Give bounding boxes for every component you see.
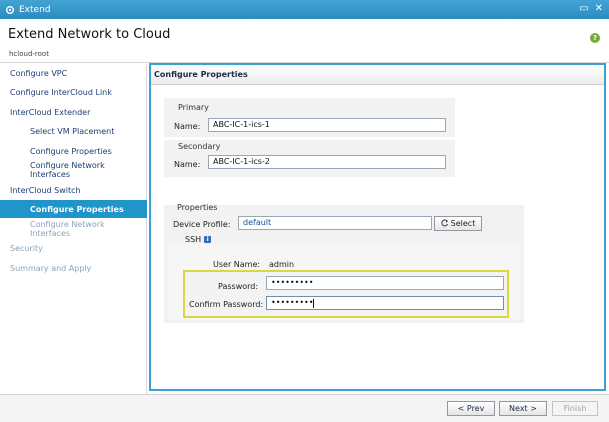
- org-subtitle: hcloud-root: [9, 50, 49, 58]
- device-profile-label: Device Profile:: [173, 220, 231, 229]
- sidebar-item-security[interactable]: Security: [0, 239, 147, 257]
- secondary-name-label: Name:: [174, 160, 201, 169]
- sidebar-item-configure-vpc[interactable]: Configure VPC: [0, 64, 147, 82]
- help-icon[interactable]: ?: [590, 33, 600, 43]
- username-label: User Name:: [213, 260, 261, 269]
- sidebar-item-extender-network-interfaces[interactable]: Configure Network Interfaces: [0, 161, 147, 179]
- primary-label: Primary: [178, 103, 209, 112]
- username-value: admin: [269, 260, 295, 269]
- gear-icon: [5, 5, 15, 15]
- select-profile-button[interactable]: Select: [434, 216, 482, 231]
- primary-name-input[interactable]: ABC-IC-1-ics-1: [208, 118, 446, 132]
- next-button[interactable]: Next >: [499, 401, 547, 416]
- prev-button[interactable]: < Prev: [447, 401, 495, 416]
- window-title: Extend: [19, 4, 51, 15]
- sidebar-item-intercloud-switch[interactable]: InterCloud Switch: [0, 181, 147, 199]
- info-icon[interactable]: i: [204, 236, 212, 243]
- close-icon[interactable]: ✕: [595, 3, 603, 14]
- secondary-name-input[interactable]: ABC-IC-1-ics-2: [208, 155, 446, 169]
- maximize-icon[interactable]: ▭: [579, 3, 588, 14]
- sidebar-item-intercloud-extender[interactable]: InterCloud Extender: [0, 103, 147, 121]
- window-titlebar: Extend ▭ ✕: [0, 0, 609, 19]
- device-profile-input[interactable]: default: [238, 216, 432, 230]
- secondary-label: Secondary: [178, 142, 221, 151]
- wizard-header: Extend Network to Cloud hcloud-root ?: [0, 19, 609, 63]
- sidebar-item-extender-configure-properties[interactable]: Configure Properties: [0, 142, 147, 160]
- confirm-password-label: Confirm Password:: [189, 300, 264, 309]
- refresh-icon: [440, 218, 449, 229]
- password-input[interactable]: •••••••••: [266, 276, 504, 290]
- password-label: Password:: [218, 282, 259, 291]
- text-cursor: [313, 299, 314, 308]
- sidebar-item-summary-and-apply[interactable]: Summary and Apply: [0, 259, 147, 277]
- sidebar-item-configure-intercloud-link[interactable]: Configure InterCloud Link: [0, 83, 147, 101]
- page-title: Extend Network to Cloud: [8, 27, 171, 42]
- sidebar-item-switch-configure-properties[interactable]: Configure Properties: [0, 200, 147, 218]
- confirm-password-input[interactable]: •••••••••: [266, 296, 504, 310]
- sidebar-item-select-vm-placement[interactable]: Select VM Placement: [0, 122, 147, 140]
- ssh-label: SSH i: [185, 235, 212, 244]
- primary-name-label: Name:: [174, 122, 201, 131]
- properties-label: Properties: [177, 203, 218, 212]
- sidebar-item-switch-network-interfaces[interactable]: Configure Network Interfaces: [0, 220, 147, 238]
- section-title: Configure Properties: [151, 65, 604, 85]
- wizard-footer: < Prev Next > Finish: [0, 394, 609, 422]
- finish-button[interactable]: Finish: [552, 401, 598, 416]
- wizard-steps-sidebar: Configure VPC Configure InterCloud Link …: [0, 64, 147, 394]
